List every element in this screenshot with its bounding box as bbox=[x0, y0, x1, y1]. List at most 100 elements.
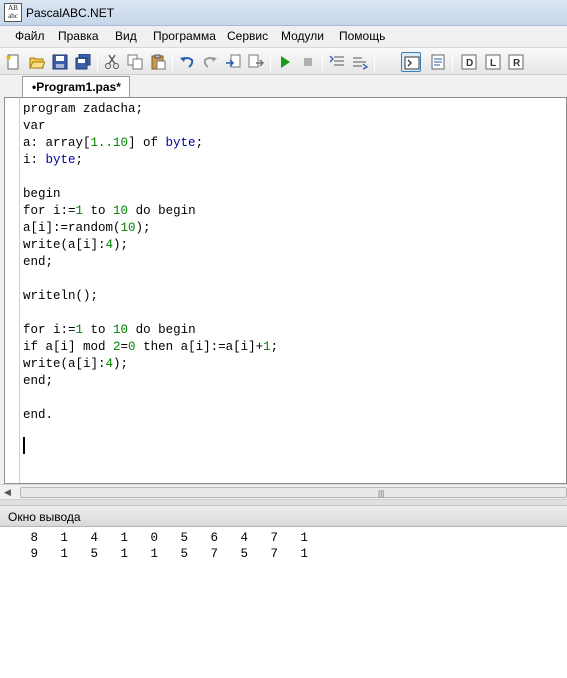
code-token: ); bbox=[113, 238, 129, 252]
code-token: end; bbox=[23, 255, 54, 269]
format-d-icon[interactable]: D bbox=[459, 52, 479, 72]
toolbar-separator bbox=[374, 53, 375, 71]
code-token: 1 bbox=[75, 204, 84, 218]
code-token: 4 bbox=[105, 357, 114, 371]
properties-icon[interactable] bbox=[428, 52, 448, 72]
editor-gutter bbox=[5, 98, 20, 483]
code-token: var bbox=[23, 119, 46, 133]
code-line[interactable]: write(a[i]:4); bbox=[23, 356, 278, 373]
new-file-icon[interactable] bbox=[3, 52, 23, 72]
code-line[interactable]: program zadacha; bbox=[23, 101, 278, 118]
code-line[interactable]: for i:=1 to 10 do begin bbox=[23, 203, 278, 220]
menu-modules[interactable]: Модули bbox=[281, 29, 324, 43]
code-token: 1 bbox=[263, 340, 271, 354]
toolbar-separator bbox=[452, 53, 453, 71]
code-token: program zadacha; bbox=[23, 102, 144, 116]
code-token: do begin bbox=[128, 323, 196, 337]
horizontal-scrollbar[interactable]: ◀ ||| bbox=[0, 484, 567, 499]
scrollbar-thumb[interactable]: ||| bbox=[20, 487, 567, 498]
step-over-icon[interactable] bbox=[246, 52, 266, 72]
format-l-icon[interactable]: L bbox=[483, 52, 503, 72]
output-line: 9 1 5 1 1 5 7 5 7 1 bbox=[8, 547, 309, 561]
code-token: ); bbox=[135, 221, 151, 235]
code-line[interactable]: a[i]:=random(10); bbox=[23, 220, 278, 237]
code-token: writeln(); bbox=[23, 289, 99, 303]
code-token: a: array[ bbox=[23, 136, 91, 150]
code-token: 2 bbox=[113, 340, 121, 354]
code-token: 0 bbox=[128, 340, 136, 354]
code-editor[interactable]: program zadacha; var a: array[1..10] of by… bbox=[4, 97, 567, 484]
menu-service[interactable]: Сервис bbox=[227, 29, 268, 43]
tab-program1[interactable]: •Program1.pas* bbox=[22, 76, 130, 97]
save-icon[interactable] bbox=[50, 52, 70, 72]
code-line[interactable]: writeln(); bbox=[23, 288, 278, 305]
output-window[interactable]: 8 1 4 1 0 5 6 4 7 1 9 1 5 1 1 5 7 5 7 1 bbox=[0, 527, 567, 678]
menu-file[interactable]: Файл bbox=[15, 29, 45, 43]
code-area[interactable]: program zadacha; var a: array[1..10] of by… bbox=[23, 101, 278, 424]
code-token: 1..10 bbox=[90, 136, 129, 150]
code-token: write(a[i]: bbox=[23, 238, 106, 252]
code-token: 1 bbox=[75, 323, 84, 337]
code-token: ; bbox=[195, 136, 204, 150]
code-token: ; bbox=[75, 153, 84, 167]
code-line[interactable]: end. bbox=[23, 407, 278, 424]
code-line[interactable]: end; bbox=[23, 373, 278, 390]
code-line[interactable] bbox=[23, 271, 278, 288]
code-token: to bbox=[83, 204, 114, 218]
paste-icon[interactable] bbox=[148, 52, 168, 72]
code-line[interactable]: i: byte; bbox=[23, 152, 278, 169]
output-panel-header: Окно вывода bbox=[0, 505, 567, 527]
code-line[interactable]: a: array[1..10] of byte; bbox=[23, 135, 278, 152]
code-token: end. bbox=[23, 408, 54, 422]
menu-program[interactable]: Программа bbox=[153, 29, 216, 43]
title-bar: AB abc PascalABC.NET bbox=[0, 0, 567, 26]
code-token: i: bbox=[23, 153, 46, 167]
svg-text:R: R bbox=[513, 58, 521, 69]
window-title: PascalABC.NET bbox=[26, 6, 115, 20]
code-line[interactable]: end; bbox=[23, 254, 278, 271]
code-token: a[i]:=random( bbox=[23, 221, 121, 235]
code-line[interactable]: write(a[i]:4); bbox=[23, 237, 278, 254]
undo-icon[interactable] bbox=[177, 52, 197, 72]
code-token: ); bbox=[113, 357, 129, 371]
toolbar-separator bbox=[270, 53, 271, 71]
code-line[interactable] bbox=[23, 390, 278, 407]
code-token: do begin bbox=[128, 204, 196, 218]
menu-help[interactable]: Помощь bbox=[339, 29, 385, 43]
open-file-icon[interactable] bbox=[27, 52, 47, 72]
output-line: 8 1 4 1 0 5 6 4 7 1 bbox=[8, 531, 309, 545]
toolbar-separator bbox=[172, 53, 173, 71]
code-line[interactable] bbox=[23, 305, 278, 322]
code-line[interactable]: begin bbox=[23, 186, 278, 203]
debug-watch-icon[interactable] bbox=[350, 52, 370, 72]
text-caret bbox=[23, 437, 25, 454]
code-line[interactable] bbox=[23, 169, 278, 186]
code-token: byte bbox=[45, 153, 76, 167]
stop-icon[interactable] bbox=[298, 52, 318, 72]
menu-view[interactable]: Вид bbox=[115, 29, 137, 43]
debug-list-icon[interactable] bbox=[327, 52, 347, 72]
code-token: then a[i]:=a[i]+ bbox=[135, 340, 264, 354]
format-r-icon[interactable]: R bbox=[506, 52, 526, 72]
code-token: write(a[i]: bbox=[23, 357, 106, 371]
save-all-icon[interactable] bbox=[73, 52, 93, 72]
cut-icon[interactable] bbox=[102, 52, 122, 72]
code-line[interactable]: var bbox=[23, 118, 278, 135]
output-window-icon[interactable] bbox=[401, 52, 421, 72]
copy-icon[interactable] bbox=[125, 52, 145, 72]
code-line[interactable]: for i:=1 to 10 do begin bbox=[23, 322, 278, 339]
code-token: byte bbox=[165, 136, 196, 150]
code-token: ] of bbox=[128, 136, 166, 150]
editor-frame: program zadacha; var a: array[1..10] of by… bbox=[0, 97, 567, 484]
code-token: = bbox=[120, 340, 129, 354]
run-icon[interactable] bbox=[275, 52, 295, 72]
scroll-left-icon[interactable]: ◀ bbox=[4, 487, 11, 498]
menu-edit[interactable]: Правка bbox=[58, 29, 99, 43]
code-token: 4 bbox=[105, 238, 114, 252]
svg-text:D: D bbox=[466, 58, 473, 69]
code-line[interactable]: if a[i] mod 2=0 then a[i]:=a[i]+1; bbox=[23, 339, 278, 356]
redo-icon[interactable] bbox=[200, 52, 220, 72]
step-into-icon[interactable] bbox=[223, 52, 243, 72]
tab-strip: •Program1.pas* bbox=[0, 75, 567, 97]
toolbar-separator bbox=[322, 53, 323, 71]
